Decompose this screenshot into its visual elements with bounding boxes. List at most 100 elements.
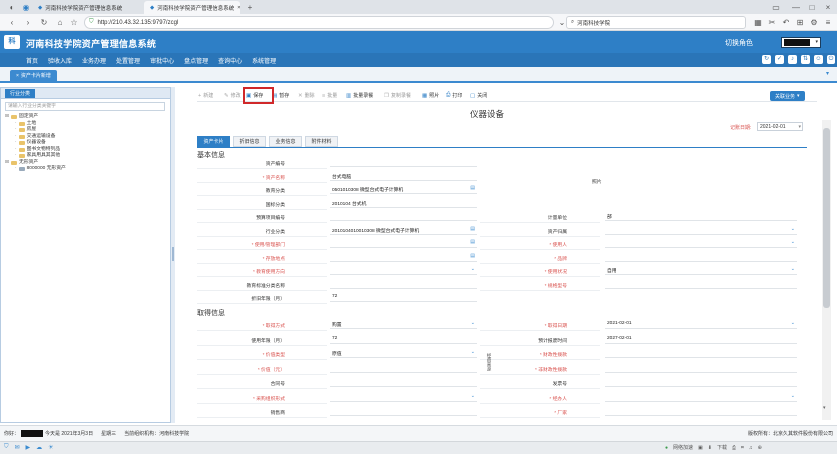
form-field[interactable]: ⌄ [330,266,477,275]
browser-search-box[interactable]: ⌕ 河南科技学院 [566,16,746,29]
form-tab[interactable]: 折旧信息 [233,136,266,147]
picker-icon[interactable]: ▤ [470,226,475,232]
bookmark-star-icon[interactable]: ☆ [68,16,80,28]
home-icon[interactable]: ⌂ [54,16,66,28]
weather-icon[interactable]: ☀ [48,444,53,451]
scroll-down-icon[interactable]: ▾ [823,405,826,411]
record-date-field[interactable]: 2021-02-01 ▾ [757,122,803,131]
tab-close-icon[interactable]: × [237,5,240,11]
form-field[interactable]: ▤ [330,239,477,248]
form-field[interactable]: 部 [605,212,797,221]
new-tab-button[interactable]: + [244,1,256,13]
form-field[interactable]: 0501010308 微型台式电子计算机 ▤ [330,185,477,194]
picker-icon[interactable]: ▤ [470,253,475,259]
zoom-icon[interactable]: ⊕ [758,445,762,451]
settings-icon[interactable]: ⚙ [808,16,820,28]
form-field[interactable] [605,407,797,416]
picker-icon[interactable]: ⌄ [791,320,795,326]
download-button[interactable]: 下载 [717,444,727,451]
form-field[interactable] [330,158,477,167]
picker-icon[interactable]: ▤ [470,239,475,245]
picker-icon[interactable]: ⌄ [791,266,795,272]
scrollbar-thumb[interactable] [823,128,830,308]
toolbar-button[interactable]: ▥ 批量录餐 [346,90,373,101]
video-icon[interactable]: ▶ [26,444,31,451]
menu-item[interactable]: 处置管理 [116,56,140,65]
browser-tab-2[interactable]: ◆ 河南科技学院资产管理信息系统 × [144,1,240,14]
forward-icon[interactable]: › [22,16,34,28]
form-field[interactable]: 2010104 台式机 [330,199,477,208]
page-tab-asset-card[interactable]: × 资产卡片新增 [10,70,57,81]
expand-icon[interactable]: · [15,166,17,173]
network-accel-button[interactable]: 网络加速 [673,444,693,451]
role-select[interactable]: ▾ [781,37,821,48]
expand-icon[interactable]: ⊟ [5,160,9,167]
menu-icon[interactable]: ≡ [822,16,834,28]
picker-icon[interactable]: ⌄ [471,266,475,272]
form-field[interactable] [330,212,477,221]
form-field[interactable]: ⌄ [605,226,797,235]
refresh-icon[interactable]: ↻ [762,55,771,64]
check-icon[interactable]: ✓ [775,55,784,64]
menu-item[interactable]: 验收入库 [48,56,72,65]
form-tab[interactable]: 附件材料 [305,136,338,147]
download-icon[interactable]: ⬇ [708,445,712,451]
undo-icon[interactable]: ↶ [780,16,792,28]
scissors-icon[interactable]: ✂ [766,16,778,28]
form-field[interactable]: 购置 ⌄ [330,320,477,329]
form-field[interactable]: 2021-02-01 ⌄ [605,320,797,329]
form-field[interactable] [330,364,477,373]
form-field[interactable] [605,280,797,289]
window-minimize-icon[interactable]: ▭ [770,1,782,13]
menu-item[interactable]: 业务办理 [82,56,106,65]
sound-icon[interactable]: ♫ [749,445,753,451]
form-field[interactable]: 自用 ⌄ [605,266,797,275]
browser-tab-1[interactable]: ◆ 河南科技学院资产管理信息系统 [32,1,144,14]
form-field[interactable] [330,407,477,416]
tree-node[interactable]: · 8000000 无形资产 [5,166,165,173]
extensions-icon[interactable]: ▦ [752,16,764,28]
form-tab[interactable]: 业务信息 [269,136,302,147]
form-field[interactable] [605,364,797,373]
toolbar-button[interactable]: + 新建 [198,90,213,101]
user-icon[interactable]: ☺ [814,55,823,64]
form-field[interactable]: ▤ [330,253,477,262]
form-field[interactable] [330,280,477,289]
toolbar-button[interactable]: ▦ 照片 [422,90,439,101]
form-field[interactable] [330,378,477,387]
menu-item[interactable]: 盘点管理 [184,56,208,65]
picker-icon[interactable]: ⌄ [791,393,795,399]
cloud-icon[interactable]: ☁ [36,444,42,451]
close-icon[interactable]: × [16,73,19,79]
form-field[interactable] [605,349,797,358]
toolbar-button[interactable]: ❐ 复制录餐 [384,90,411,101]
back-icon[interactable]: ‹ [6,16,18,28]
menu-item[interactable]: 审批中心 [150,56,174,65]
window-close-icon[interactable]: × [822,1,834,13]
toolbar-button[interactable]: ⎙ 打印 [446,90,462,101]
menu-item[interactable]: 系统管理 [252,56,276,65]
toolbar-button[interactable]: ▤ 暂存 [272,90,289,101]
expand-icon[interactable]: · [15,153,17,160]
form-field[interactable]: 2010104010010308 微型台式电子计算机 ▤ [330,226,477,235]
reload-icon[interactable]: ↻ [38,16,50,28]
toolbar-button[interactable]: ✎ 修改 [224,90,241,101]
print-icon[interactable]: ⎙ [732,445,736,451]
form-field[interactable]: 2027-02-01 [605,335,797,344]
mail-icon[interactable]: ✉ [15,444,20,451]
menu-item[interactable]: 首页 [26,56,38,65]
picker-icon[interactable]: ⌄ [471,349,475,355]
camera-icon[interactable]: ⌗ [741,445,744,451]
switch-role-button[interactable]: 切换角色 [725,38,753,48]
form-field[interactable]: ⌄ [605,239,797,248]
apps-grid-icon[interactable]: ⊞ [794,16,806,28]
form-field[interactable] [605,378,797,387]
form-field[interactable]: 原值 ⌄ [330,349,477,358]
toolbar-button[interactable]: ▢ 关闭 [470,90,487,101]
form-tab[interactable]: 资产卡片 [197,136,230,147]
picker-icon[interactable]: ▤ [470,185,475,191]
power-icon[interactable]: ⏻ [827,55,835,64]
address-bar[interactable]: ⛉ http://210.43.32.135:9797/zcgl [84,16,554,29]
music-icon[interactable]: ♪ [788,55,797,64]
arrows-icon[interactable]: ⇅ [801,55,810,64]
